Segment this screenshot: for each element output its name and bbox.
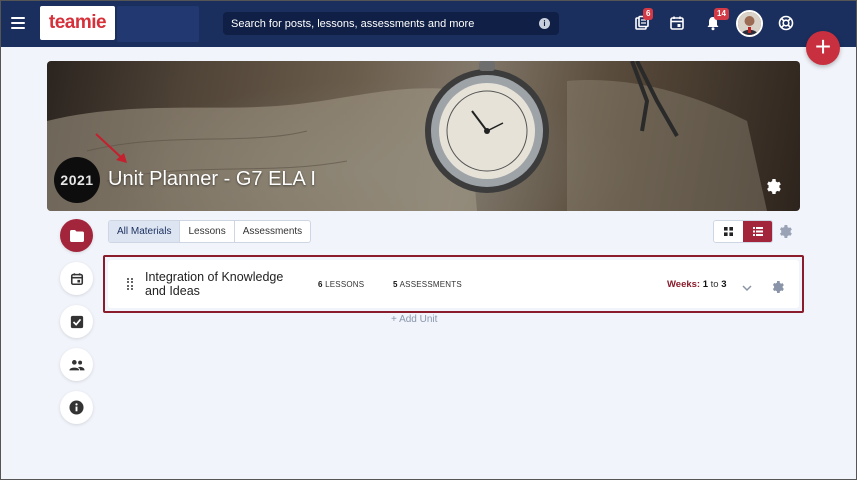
create-fab-button[interactable]: + <box>806 31 840 65</box>
unit-weeks: Weeks: 1 to 3 <box>667 279 727 290</box>
logo[interactable]: teamie <box>40 6 115 40</box>
drag-handle-icon[interactable] <box>127 278 133 290</box>
folder-icon <box>69 229 84 242</box>
menu-icon[interactable] <box>11 17 25 29</box>
tab-assessments[interactable]: Assessments <box>233 221 310 242</box>
materials-folder-button[interactable] <box>60 219 93 252</box>
grid-view-button[interactable] <box>714 221 743 242</box>
assessments-count: 5 ASSESSMENTS <box>393 280 462 289</box>
view-toggle <box>713 220 773 243</box>
material-filter-tabs: All Materials Lessons Assessments <box>108 220 312 243</box>
info-icon <box>69 400 84 415</box>
assessments-count-value: 5 <box>393 280 398 289</box>
tasks-nav-button[interactable] <box>60 305 93 338</box>
info-icon[interactable]: i <box>539 18 550 29</box>
assessments-count-label: ASSESSMENTS <box>399 280 462 289</box>
add-unit-link[interactable]: + Add Unit <box>391 314 437 325</box>
page-settings-gear-icon[interactable] <box>779 225 792 243</box>
unit-title[interactable]: Integration of Knowledge and Ideas <box>145 270 295 298</box>
list-icon <box>752 227 763 236</box>
list-view-button[interactable] <box>743 221 772 242</box>
search-placeholder: Search for posts, lessons, assessments a… <box>231 17 475 30</box>
info-nav-button[interactable] <box>60 391 93 424</box>
grid-icon <box>724 227 733 236</box>
lessons-count: 6 LESSONS <box>318 280 364 289</box>
logo-secondary-area <box>117 6 199 42</box>
tab-all-materials[interactable]: All Materials <box>109 221 180 242</box>
avatar[interactable] <box>736 10 763 37</box>
banner-settings-gear-icon[interactable] <box>766 179 781 199</box>
people-icon <box>68 359 85 370</box>
search-bar[interactable]: Search for posts, lessons, assessments a… <box>223 12 559 35</box>
alerts-badge: 14 <box>714 8 729 20</box>
weeks-label: Weeks: <box>667 279 701 290</box>
annotation-arrow-icon <box>95 133 127 163</box>
calendar-icon[interactable] <box>669 15 685 31</box>
lessons-count-value: 6 <box>318 280 323 289</box>
members-nav-button[interactable] <box>60 348 93 381</box>
logo-text: teamie <box>48 12 107 33</box>
page-title: Unit Planner - G7 ELA I <box>108 168 316 190</box>
unit-settings-gear-icon[interactable] <box>772 280 784 298</box>
lessons-count-label: LESSONS <box>325 280 365 289</box>
weeks-to-word: to <box>710 279 719 290</box>
chevron-down-icon[interactable] <box>742 279 752 297</box>
weeks-to: 3 <box>721 279 727 290</box>
checkbox-icon <box>70 315 83 328</box>
tab-lessons[interactable]: Lessons <box>179 221 233 242</box>
weeks-from: 1 <box>702 279 709 290</box>
help-lifebuoy-icon[interactable] <box>778 15 794 31</box>
calendar-icon <box>70 272 83 285</box>
calendar-nav-button[interactable] <box>60 262 93 295</box>
posts-badge: 6 <box>643 8 654 20</box>
top-navbar: teamie Search for posts, lessons, assess… <box>0 0 857 47</box>
